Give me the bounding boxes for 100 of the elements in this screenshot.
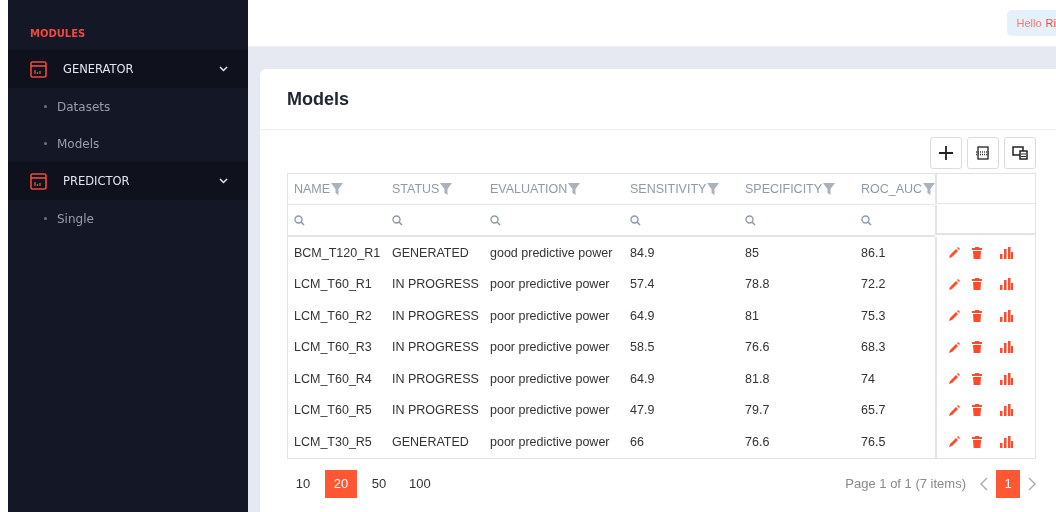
pencil-icon — [949, 247, 960, 259]
export-excel-button[interactable] — [967, 137, 999, 169]
column-chooser-button[interactable] — [1004, 137, 1036, 169]
bar-chart-icon — [1000, 246, 1013, 259]
sidebar-section-title: MODULES — [29, 27, 87, 41]
table-cell-text: GENERATED — [391, 433, 470, 451]
delete-button[interactable] — [972, 246, 982, 259]
plus-icon — [939, 146, 953, 160]
table-cell-text: 64.9 — [629, 307, 656, 325]
chart-button[interactable] — [1000, 278, 1013, 291]
bar-chart-icon — [1000, 404, 1013, 417]
table-cell-text: 79.7 — [744, 402, 771, 420]
table-cell-text: 57.4 — [629, 276, 656, 294]
table-cell-text: 85 — [744, 244, 760, 262]
next-page-button[interactable] — [1028, 476, 1036, 491]
table-cell-text: LCM_T60_R4 — [293, 370, 373, 388]
trash-icon — [972, 372, 982, 385]
pencil-icon — [949, 404, 960, 416]
table-cell-text: poor predictive power — [489, 307, 611, 325]
search-icon[interactable] — [294, 214, 305, 226]
search-icon[interactable] — [861, 214, 872, 226]
edit-button[interactable] — [949, 341, 960, 353]
bar-chart-icon — [1000, 372, 1013, 385]
sidebar-group[interactable]: GENERATOR — [8, 50, 248, 88]
page-size-option[interactable]: 10 — [287, 469, 319, 498]
chevron-left-icon — [980, 476, 988, 491]
delete-button[interactable] — [972, 309, 982, 322]
filter-icon[interactable] — [923, 183, 935, 195]
trash-icon — [972, 404, 982, 417]
trash-icon — [972, 341, 982, 354]
table-cell-text: 72.2 — [860, 276, 887, 294]
table-cell-text: poor predictive power — [489, 433, 611, 451]
search-icon[interactable] — [392, 214, 403, 226]
trash-icon — [972, 278, 982, 291]
bar-chart-icon — [1000, 341, 1013, 354]
table-cell-text: 84.9 — [629, 244, 656, 262]
delete-button[interactable] — [972, 278, 982, 291]
table-cell-text: 78.8 — [744, 276, 771, 294]
table-cell-text: 66 — [629, 433, 645, 451]
table-cell-text: BCM_T120_R1 — [293, 244, 382, 262]
table-cell-text: LCM_T60_R1 — [293, 276, 373, 294]
sidebar-group[interactable]: PREDICTOR — [8, 162, 248, 200]
edit-button[interactable] — [949, 278, 960, 290]
bar-chart-icon — [1000, 278, 1013, 291]
page-size-option[interactable]: 100 — [401, 469, 439, 498]
table-cell-text: 74 — [860, 370, 876, 388]
table-cell-text: 64.9 — [629, 370, 656, 388]
chart-button[interactable] — [1000, 404, 1013, 417]
bar-chart-icon — [1000, 309, 1013, 322]
chevron-icon[interactable] — [219, 66, 228, 72]
delete-button[interactable] — [972, 341, 982, 354]
edit-button[interactable] — [949, 310, 960, 322]
delete-button[interactable] — [972, 372, 982, 385]
chart-button[interactable] — [1000, 435, 1013, 448]
edit-button[interactable] — [949, 373, 960, 385]
filter-icon[interactable] — [823, 183, 836, 195]
table-cell-text: IN PROGRESS — [391, 402, 480, 420]
chart-button[interactable] — [1000, 372, 1013, 385]
table-cell-text: 47.9 — [629, 402, 656, 420]
table-cell-text: 76.5 — [860, 433, 887, 451]
columns-icon — [1012, 146, 1028, 160]
chevron-icon[interactable] — [219, 178, 228, 184]
edit-button[interactable] — [949, 247, 960, 259]
page-title: Models — [287, 88, 349, 110]
delete-button[interactable] — [972, 404, 982, 417]
delete-button[interactable] — [972, 435, 982, 448]
table-cell-text: LCM_T60_R2 — [293, 307, 373, 325]
module-icon — [30, 172, 47, 190]
filter-icon[interactable] — [331, 183, 344, 195]
table-cell-text: IN PROGRESS — [391, 339, 480, 357]
group-label: GENERATOR — [63, 62, 135, 76]
chart-button[interactable] — [1000, 246, 1013, 259]
module-icon — [30, 60, 47, 78]
table-cell-text: good predictive power — [489, 244, 614, 262]
table-cell-text: poor predictive power — [489, 370, 611, 388]
chart-button[interactable] — [1000, 341, 1013, 354]
pencil-icon — [949, 373, 960, 385]
filter-icon[interactable] — [440, 183, 453, 195]
table-cell-text: poor predictive power — [489, 402, 611, 420]
table-cell-text: 86.1 — [860, 244, 887, 262]
pencil-icon — [949, 278, 960, 290]
edit-button[interactable] — [949, 436, 960, 448]
filter-icon[interactable] — [707, 183, 720, 195]
add-button[interactable] — [930, 137, 962, 169]
table-cell-text: IN PROGRESS — [391, 276, 480, 294]
table-cell-text: 76.6 — [744, 339, 771, 357]
search-icon[interactable] — [630, 214, 641, 226]
search-icon[interactable] — [745, 214, 756, 226]
group-label: PREDICTOR — [63, 174, 131, 188]
filter-icon[interactable] — [568, 183, 581, 195]
chevron-right-icon — [1028, 476, 1036, 491]
page-size-option[interactable]: 50 — [363, 469, 395, 498]
table-cell-text: GENERATED — [391, 244, 470, 262]
table-cell-text: 58.5 — [629, 339, 656, 357]
chart-button[interactable] — [1000, 309, 1013, 322]
edit-button[interactable] — [949, 404, 960, 416]
pencil-icon — [949, 310, 960, 322]
previous-page-button[interactable] — [980, 476, 988, 491]
search-icon[interactable] — [490, 214, 501, 226]
page-info: Page 1 of 1 (7 items) — [845, 476, 966, 491]
